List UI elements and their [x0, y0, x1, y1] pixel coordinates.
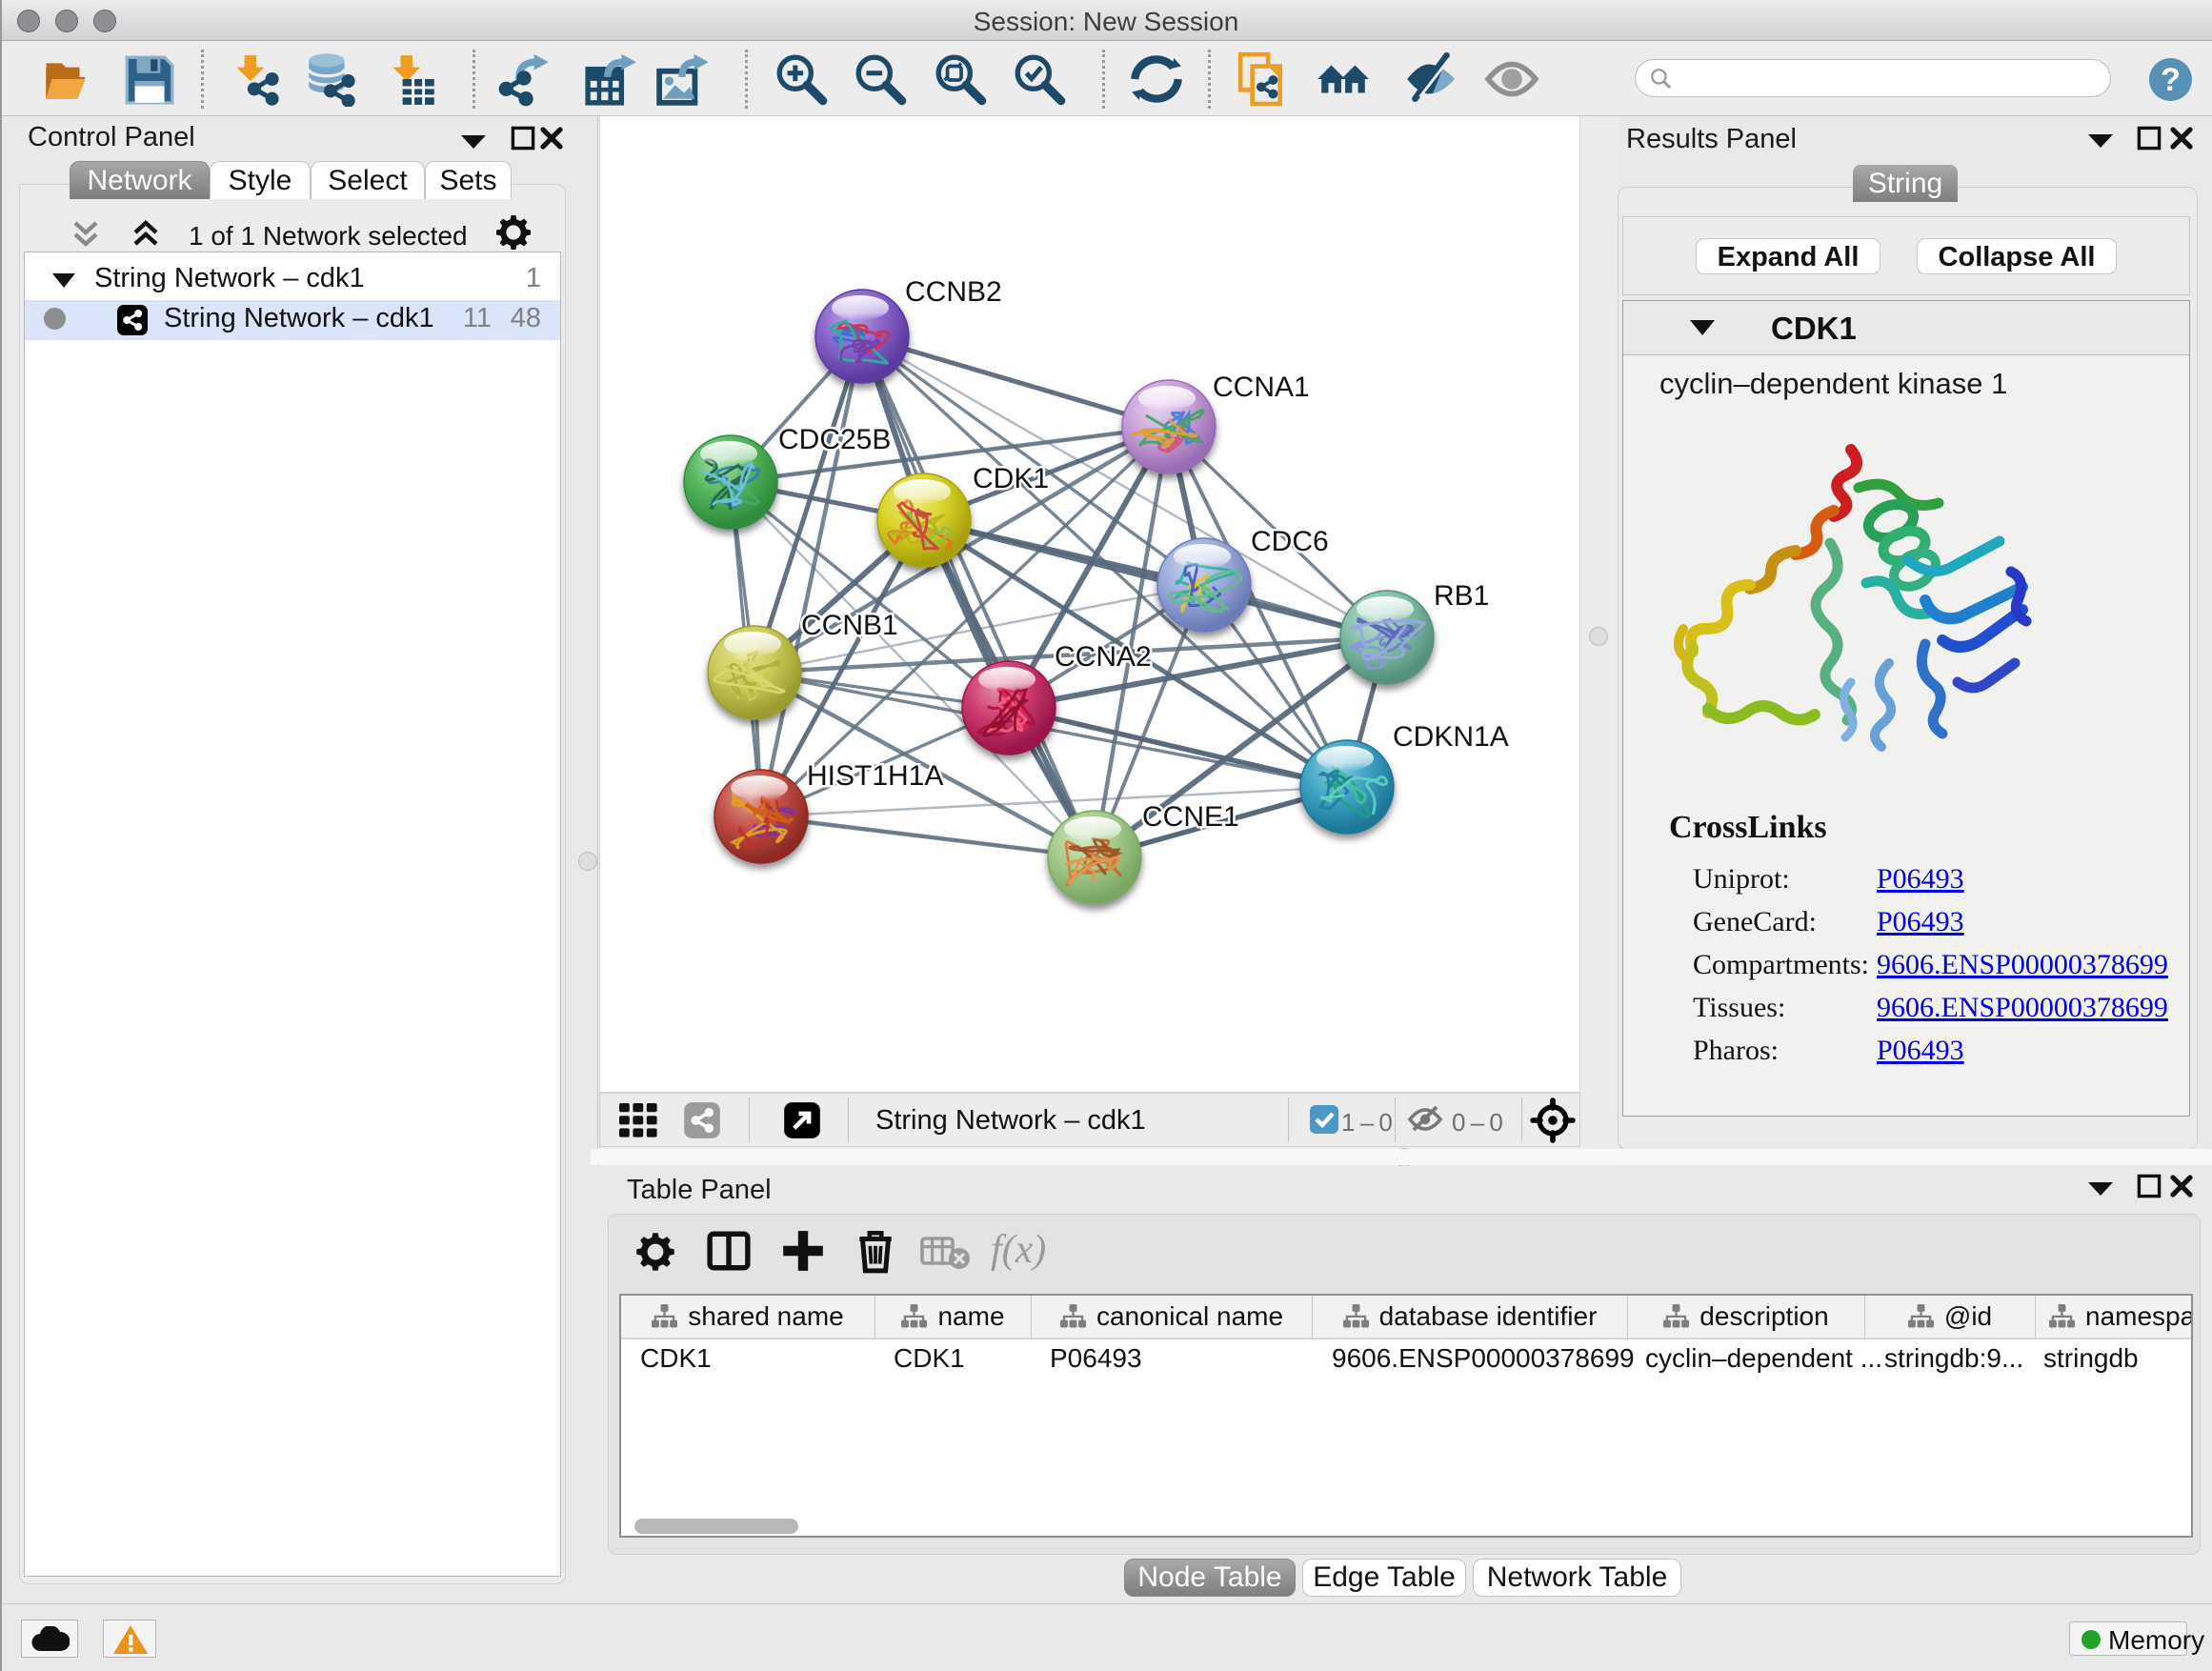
svg-text:CDC6: CDC6	[1251, 526, 1329, 557]
svg-text:CDC25B: CDC25B	[778, 424, 891, 455]
svg-text:CCNE1: CCNE1	[1142, 801, 1239, 833]
svg-text:CCNB2: CCNB2	[905, 276, 1002, 308]
svg-text:CDK1: CDK1	[973, 463, 1049, 494]
svg-text:RB1: RB1	[1434, 580, 1489, 612]
svg-text:CCNB1: CCNB1	[801, 610, 898, 641]
svg-text:CCNA2: CCNA2	[1055, 641, 1152, 673]
svg-text:CDKN1A: CDKN1A	[1393, 721, 1509, 753]
svg-text:HIST1H1A: HIST1H1A	[807, 760, 943, 792]
svg-text:CCNA1: CCNA1	[1213, 372, 1310, 403]
